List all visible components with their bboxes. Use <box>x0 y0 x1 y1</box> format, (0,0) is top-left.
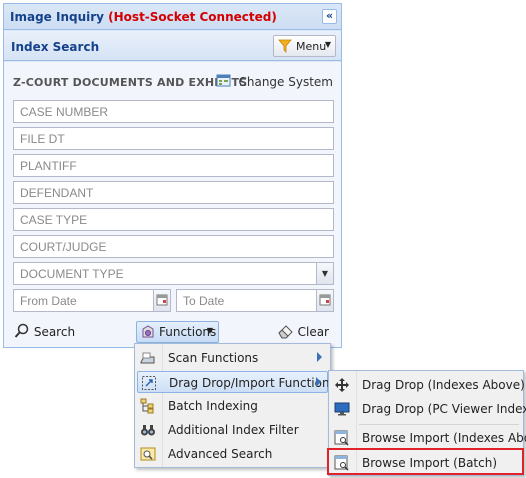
caret-down-icon: ▼ <box>206 326 213 335</box>
system-name: Z-COURT DOCUMENTS AND EXHIBITS <box>13 76 248 89</box>
change-system-icon <box>216 73 233 93</box>
double-chevron-left-icon: « <box>325 9 334 22</box>
case-number-input[interactable] <box>14 101 333 122</box>
menu-item-label: Browse Import (Indexes Above) <box>362 431 526 445</box>
clear-button[interactable]: Clear <box>277 321 329 343</box>
plantiff-input[interactable] <box>14 155 333 176</box>
defendant-field[interactable] <box>13 181 334 204</box>
import-submenu: Drag Drop (Indexes Above) Drag Drop (PC … <box>328 370 526 476</box>
menu-item-label: Additional Index Filter <box>168 423 299 437</box>
search-button[interactable]: Search <box>14 321 75 343</box>
defendant-input[interactable] <box>14 182 333 203</box>
case-type-input[interactable] <box>14 209 333 230</box>
case-type-field[interactable] <box>13 208 334 231</box>
magnifier-window-icon <box>140 446 156 462</box>
menu-item-browse-import-indexes-above[interactable]: Browse Import (Indexes Above) <box>331 427 526 449</box>
menu-item-additional-index-filter[interactable]: Additional Index Filter <box>137 419 328 441</box>
menu-button[interactable]: Menu ▼ <box>273 35 336 57</box>
menu-item-label: Advanced Search <box>168 447 273 461</box>
functions-menu: Scan Functions Drag Drop/Import Function… <box>134 343 336 468</box>
drag-drop-icon <box>141 375 157 391</box>
funnel-icon <box>278 39 292 56</box>
submenu-arrow-icon <box>316 377 321 387</box>
search-button-label: Search <box>33 325 76 339</box>
document-type-input[interactable] <box>14 263 333 284</box>
caret-down-icon: ▼ <box>324 40 331 49</box>
menu-item-advanced-search[interactable]: Advanced Search <box>137 443 328 465</box>
move-arrows-icon <box>334 377 350 393</box>
index-search-title: Index Search <box>11 40 100 54</box>
change-system-link[interactable]: Change System <box>216 73 333 91</box>
browse-import-icon <box>334 430 350 446</box>
menu-item-label: Batch Indexing <box>168 399 258 413</box>
image-inquiry-panel: Image Inquiry (Host-Socket Connected) « … <box>3 3 342 348</box>
to-date-input[interactable] <box>177 290 333 311</box>
menu-separator <box>359 424 519 425</box>
menu-button-label: Menu <box>296 40 327 53</box>
browse-import-icon <box>334 455 350 471</box>
index-search-header: Index Search Menu ▼ <box>4 31 341 61</box>
change-system-label: Change System <box>238 75 333 89</box>
menu-item-drag-drop-indexes-above[interactable]: Drag Drop (Indexes Above) <box>331 374 525 396</box>
collapse-button[interactable]: « <box>322 9 337 24</box>
submenu-arrow-icon <box>317 352 322 362</box>
menu-item-batch-indexing[interactable]: Batch Indexing <box>137 395 328 417</box>
tree-icon <box>140 398 156 414</box>
panel-title-text: Image Inquiry <box>10 10 104 24</box>
functions-icon <box>140 325 156 343</box>
menu-item-label: Drag Drop (PC Viewer Indexes) <box>362 402 526 416</box>
search-icon <box>14 323 29 338</box>
connection-status: (Host-Socket Connected) <box>108 10 277 24</box>
calendar-icon[interactable] <box>316 290 333 311</box>
from-date-field[interactable] <box>13 289 171 312</box>
search-form: Z-COURT DOCUMENTS AND EXHIBITS Change Sy… <box>4 62 341 347</box>
plantiff-field[interactable] <box>13 154 334 177</box>
menu-item-browse-import-batch[interactable]: Browse Import (Batch) <box>331 452 521 474</box>
menu-item-drag-drop-pc-viewer[interactable]: Drag Drop (PC Viewer Indexes) <box>331 398 526 420</box>
binoculars-icon <box>140 422 156 438</box>
case-number-field[interactable] <box>13 100 334 123</box>
document-type-combo[interactable]: ▼ <box>13 262 334 285</box>
calendar-icon[interactable] <box>153 290 170 311</box>
file-dt-input[interactable] <box>14 128 333 149</box>
panel-titlebar: Image Inquiry (Host-Socket Connected) « <box>4 4 341 30</box>
menu-item-label: Drag Drop/Import Functions <box>169 376 336 390</box>
monitor-icon <box>334 401 350 417</box>
menu-item-label: Browse Import (Batch) <box>362 456 498 470</box>
scanner-icon <box>140 350 156 366</box>
eraser-icon <box>278 325 293 339</box>
chevron-down-icon[interactable]: ▼ <box>316 263 333 284</box>
menu-item-label: Drag Drop (Indexes Above) <box>362 378 525 392</box>
court-judge-field[interactable] <box>13 235 334 258</box>
file-dt-field[interactable] <box>13 127 334 150</box>
menu-item-label: Scan Functions <box>168 351 259 365</box>
to-date-field[interactable] <box>176 289 334 312</box>
functions-button[interactable]: Functions ▼ <box>136 321 219 343</box>
court-judge-input[interactable] <box>14 236 333 257</box>
menu-item-scan-functions[interactable]: Scan Functions <box>137 347 328 369</box>
from-date-input[interactable] <box>14 290 170 311</box>
panel-title: Image Inquiry (Host-Socket Connected) <box>10 10 277 24</box>
clear-button-label: Clear <box>297 325 329 339</box>
menu-item-drag-drop-import[interactable]: Drag Drop/Import Functions <box>137 371 336 393</box>
